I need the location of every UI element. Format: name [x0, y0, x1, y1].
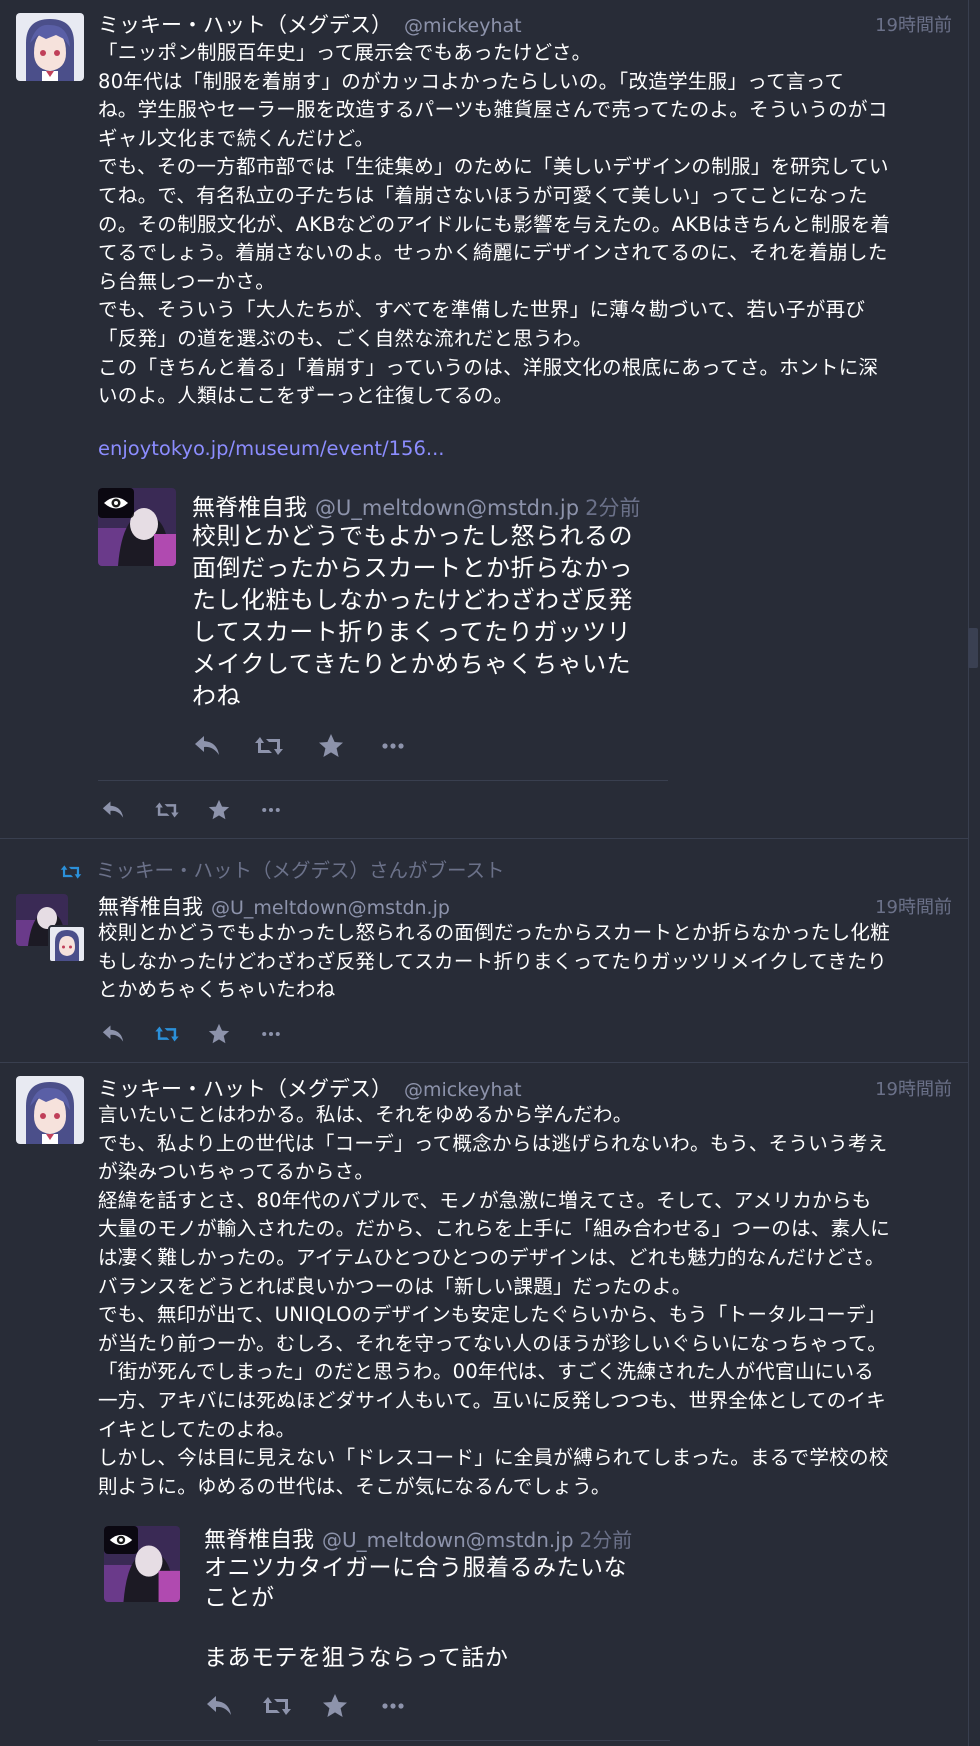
visibility-eye-icon[interactable]: [98, 488, 134, 518]
quoted-status[interactable]: 無脊椎自我 @U_meltdown@mstdn.jp 2分前 オニツカタイガーに合う…: [104, 1512, 670, 1738]
favourite-icon[interactable]: [320, 1691, 350, 1721]
avatar-booster[interactable]: [48, 925, 86, 963]
status-content: 言いたいことはわかる。私は、それをゆめるから学んだわ。 でも、私より上の世代は「…: [98, 1103, 891, 1498]
quote-avatar[interactable]: [104, 1526, 180, 1602]
boost-prepend[interactable]: ミッキー・ハット（メグデス）さんがブースト: [60, 854, 505, 882]
timestamp[interactable]: 19時間前: [875, 1075, 952, 1101]
status-divider: [0, 838, 968, 839]
quote-author-handle[interactable]: @U_meltdown@mstdn.jp: [315, 496, 579, 520]
display-name[interactable]: ミッキー・ハット（メグデス） @mickeyhat: [98, 9, 522, 39]
favourite-icon[interactable]: [204, 1019, 234, 1049]
quote-timestamp[interactable]: 2分前: [580, 1528, 633, 1552]
quote-content: オニツカタイガーに合う服着るみたいな ことが まあモテを狙うならって話か: [204, 1555, 627, 1671]
quote-content: 校則とかどうでもよかったし怒られるの 面倒だったからスカートとか折らなかっ たし…: [192, 522, 633, 710]
boost-prepend-icon: [60, 865, 82, 879]
favourite-icon[interactable]: [316, 731, 346, 761]
quote-display-name[interactable]: 無脊椎自我 @U_meltdown@mstdn.jp 2分前: [192, 488, 640, 522]
reply-icon[interactable]: [204, 1691, 234, 1721]
quote-author-handle[interactable]: @U_meltdown@mstdn.jp: [322, 1528, 574, 1552]
quote-timestamp[interactable]: 2分前: [585, 496, 640, 520]
quote-author-name[interactable]: 無脊椎自我: [204, 1528, 314, 1553]
quote-avatar[interactable]: [98, 488, 176, 566]
reply-icon[interactable]: [98, 795, 128, 825]
display-name[interactable]: 無脊椎自我 @U_meltdown@mstdn.jp: [98, 891, 450, 921]
quote-divider: [98, 1740, 670, 1741]
more-icon[interactable]: [378, 1691, 408, 1721]
boost-icon[interactable]: [254, 731, 284, 761]
scrollbar-thumb[interactable]: [968, 628, 978, 668]
favourite-icon[interactable]: [204, 795, 234, 825]
author-handle[interactable]: @mickeyhat: [404, 15, 522, 37]
more-icon[interactable]: [256, 795, 286, 825]
quote-author-name[interactable]: 無脊椎自我: [192, 495, 307, 521]
status-content: 「ニッポン制服百年史」って展示会でもあったけどさ。 80年代は「制服を着崩す」の…: [98, 41, 891, 408]
boost-label[interactable]: ミッキー・ハット（メグデス）さんがブースト: [96, 859, 505, 882]
quote-divider: [98, 780, 668, 781]
more-icon[interactable]: [256, 1019, 286, 1049]
quote-action-bar: [192, 731, 442, 761]
author-name[interactable]: 無脊椎自我: [98, 895, 203, 919]
author-name[interactable]: ミッキー・ハット（メグデス）: [98, 1077, 392, 1101]
timestamp[interactable]: 19時間前: [875, 893, 952, 919]
reply-icon[interactable]: [98, 1019, 128, 1049]
boost-icon-active[interactable]: [152, 1019, 182, 1049]
quoted-status[interactable]: 無脊椎自我 @U_meltdown@mstdn.jp 2分前 校則とかどうでもよかっ…: [98, 478, 668, 780]
boost-icon[interactable]: [152, 795, 182, 825]
visibility-eye-icon[interactable]: [104, 1526, 138, 1554]
boost-icon[interactable]: [262, 1691, 292, 1721]
display-name[interactable]: ミッキー・ハット（メグデス） @mickeyhat: [98, 1073, 522, 1103]
reply-icon[interactable]: [192, 731, 222, 761]
author-handle[interactable]: @mickeyhat: [404, 1079, 522, 1101]
quote-action-bar: [204, 1691, 454, 1721]
status-divider: [0, 1062, 968, 1063]
author-name[interactable]: ミッキー・ハット（メグデス）: [98, 13, 392, 37]
author-handle[interactable]: @U_meltdown@mstdn.jp: [211, 897, 450, 919]
quote-display-name[interactable]: 無脊椎自我 @U_meltdown@mstdn.jp 2分前: [204, 1522, 632, 1554]
timestamp[interactable]: 19時間前: [875, 11, 952, 37]
status-link[interactable]: enjoytokyo.jp/museum/event/156...: [98, 437, 444, 460]
avatar-mickeyhat[interactable]: [16, 1076, 84, 1144]
timeline-column[interactable]: ミッキー・ハット（メグデス） @mickeyhat 19時間前 「ニッポン制服百年…: [0, 0, 969, 1746]
status-action-bar: [98, 795, 298, 825]
more-icon[interactable]: [378, 731, 408, 761]
avatar-mickeyhat[interactable]: [16, 13, 84, 81]
status-content: 校則とかどうでもよかったし怒られるの面倒だったからスカートとか折らなかったし化粧…: [98, 921, 890, 1002]
status-action-bar: [98, 1019, 298, 1049]
